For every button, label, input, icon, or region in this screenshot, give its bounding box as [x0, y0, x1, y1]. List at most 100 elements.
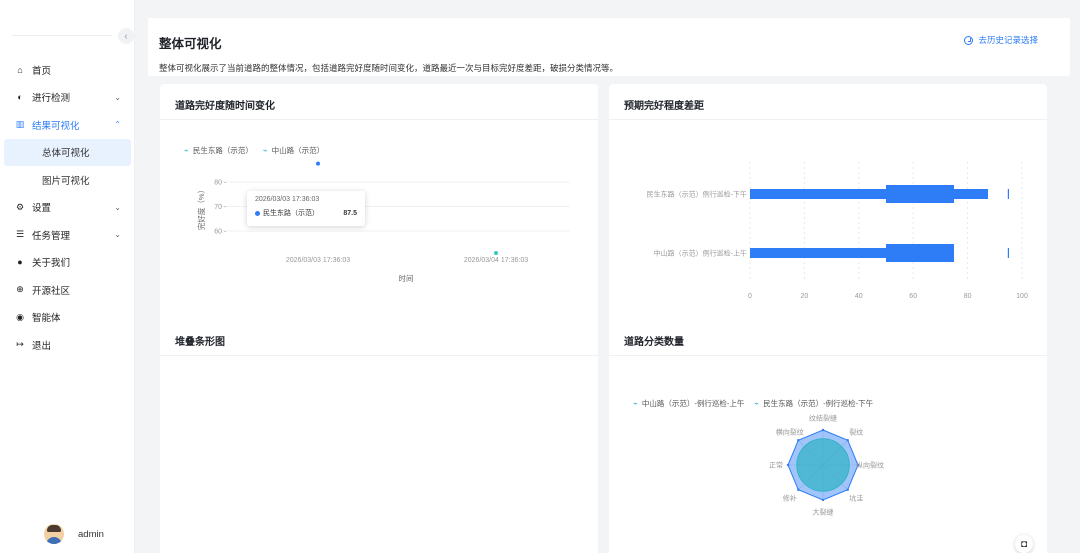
y-category-label: 民生东路（示范）例行巡检-下午: [647, 190, 747, 199]
radar-indicator-label: 横向裂纹: [776, 427, 804, 436]
gap-band: [886, 244, 954, 262]
expected-gap-card: 预期完好程度差距 0 20 40 60 80 100 民生东路（示范）例行巡检-下午 中山路…: [609, 84, 1047, 326]
card-divider: [160, 355, 598, 356]
chevron-down-icon: ⌄: [114, 202, 121, 212]
category-count-card: 道路分类数量 ⌁ 中山路（示范）-例行巡检-上午 ⌁ 民生东路（示范）-例行巡检-下…: [609, 320, 1047, 553]
x-tick-label: 0: [748, 293, 752, 300]
tooltip-marker: [255, 210, 260, 216]
chevron-down-icon: ⌄: [114, 230, 121, 240]
sidebar-subitem-overall[interactable]: 总体可视化: [4, 138, 131, 166]
sidebar-item-label: 首页: [32, 65, 52, 77]
avatar: [44, 524, 64, 544]
gear-icon: ⚙: [15, 201, 25, 212]
y-tick-dash: -: [224, 229, 227, 236]
data-point: [494, 251, 498, 256]
home-icon: ⌂: [17, 64, 23, 75]
radar-indicator-label: 大裂缝: [813, 508, 834, 517]
radar-point: [797, 488, 800, 491]
data-point: [316, 161, 320, 166]
assistant-robot-button[interactable]: ◘: [1015, 535, 1033, 553]
radar-point: [821, 498, 825, 502]
y-tick-dash: -: [224, 180, 227, 187]
y-axis-label: 完好度（%）: [196, 186, 206, 230]
user-name: admin: [78, 528, 104, 540]
radar-indicator-label: 修补: [783, 494, 797, 503]
sidebar-item-home[interactable]: ⌂ 首页: [0, 56, 135, 84]
radar-indicator-label: 坑洼: [849, 494, 863, 503]
page-title: 整体可视化: [159, 37, 222, 51]
sidebar-item-tasks[interactable]: ☰ 任务管理 ⌄: [0, 221, 135, 249]
sidebar-item-community[interactable]: ⊕ 开源社区: [0, 276, 135, 304]
sidebar-item-label: 智能体: [32, 313, 61, 325]
trend-chart-svg: 60 -70 -80- 2026/03/03 17:36:03 2026/03/04 …: [196, 161, 570, 283]
sidebar-item-settings[interactable]: ⚙ 设置 ⌄: [0, 194, 135, 222]
y-tick-label: 60: [214, 229, 222, 236]
sidebar-item-results[interactable]: ▥ 结果可视化 ⌃: [0, 111, 135, 139]
x-axis-label: 时间: [399, 273, 414, 283]
x-tick-label: 2026/03/03 17:36:03: [286, 257, 350, 264]
y-tick-label: 70: [214, 204, 222, 211]
sidebar-item-label: 进行检测: [32, 93, 71, 105]
radar-point: [846, 488, 849, 491]
chart-icon: ▥: [15, 119, 25, 130]
tooltip-time: 2026/03/03 17:36:03: [255, 196, 320, 203]
sidebar-item-label: 任务管理: [32, 230, 71, 242]
radar-point: [846, 439, 849, 442]
page-description: 整体可视化展示了当前道路的整体情况，包括道路完好度随时间变化，道路最近一次与目标…: [159, 63, 619, 73]
tooltip-value: 87.5: [343, 209, 357, 217]
x-tick-label: 40: [855, 293, 863, 300]
gap-chart-svg: 0 20 40 60 80 100 民生东路（示范）例行巡检-下午中山路（示范）例行巡检-…: [647, 162, 1028, 300]
radar-point: [821, 428, 825, 432]
stacked-bar-card: 堆叠条形图: [160, 320, 598, 553]
y-category-label: 中山路（示范）例行巡检-上午: [654, 249, 747, 258]
sidebar-collapse-button[interactable]: ‹: [118, 28, 134, 44]
radar-indicator-label: 正常: [769, 461, 783, 470]
sidebar-item-logout[interactable]: ↦ 退出: [0, 331, 135, 359]
sidebar-item-label: 退出: [32, 340, 52, 352]
detect-icon: ◐: [17, 92, 23, 103]
sidebar-item-about[interactable]: ● 关于我们: [0, 249, 135, 277]
sidebar-item-label: 开源社区: [32, 285, 71, 297]
history-select-link[interactable]: 去历史记录选择: [964, 34, 1038, 46]
chevron-down-icon: ⌄: [114, 92, 121, 102]
info-icon: ●: [17, 257, 23, 268]
history-link-label: 去历史记录选择: [978, 35, 1038, 45]
sidebar-menu: ⌂ 首页 ◐ 进行检测 ⌄ ▥ 结果可视化 ⌃ 总体可视化 图片可视化 ⚙ 设置…: [0, 56, 135, 359]
radar-point: [786, 463, 790, 467]
chevron-up-icon: ⌃: [114, 120, 121, 130]
sidebar-item-agent[interactable]: ◉ 智能体: [0, 304, 135, 332]
radar-point: [797, 439, 800, 442]
radar-indicator-label: 裂纹: [849, 427, 863, 436]
x-tick-label: 2026/03/04 17:36:03: [464, 257, 528, 264]
sidebar-subitem-images[interactable]: 图片可视化: [0, 166, 135, 194]
radar-chart-svg: 纹结裂缝裂纹纵向裂纹坑洼大裂缝 修补 正常 横向裂纹: [769, 414, 884, 517]
sidebar-item-label: 关于我们: [32, 258, 71, 270]
radar-indicator-label: 纹结裂缝: [809, 414, 837, 423]
y-tick-dash: -: [224, 204, 227, 211]
radar-series-area: [796, 438, 850, 492]
y-tick-label: 80: [214, 180, 222, 187]
sidebar-item-detect[interactable]: ◐ 进行检测 ⌄: [0, 84, 135, 112]
clock-icon: [964, 35, 974, 45]
page-header: 整体可视化 整体可视化展示了当前道路的整体情况，包括道路完好度随时间变化，道路最…: [148, 18, 1070, 76]
user-profile[interactable]: admin: [44, 524, 104, 544]
tooltip-series: 民生东路（示范）: [263, 210, 319, 217]
main-content: 整体可视化 整体可视化展示了当前道路的整体情况，包括道路完好度随时间变化，道路最…: [148, 18, 1070, 553]
sidebar-item-label: 结果可视化: [32, 120, 80, 132]
x-tick-label: 100: [1016, 293, 1028, 300]
card-title: 堆叠条形图: [175, 337, 225, 348]
radar-indicator-label: 纵向裂纹: [856, 461, 884, 470]
sidebar: ‹ ⌂ 首页 ◐ 进行检测 ⌄ ▥ 结果可视化 ⌃ 总体可视化 图片可视化 ⚙ …: [0, 0, 135, 553]
x-tick-label: 60: [909, 293, 917, 300]
x-tick-label: 80: [964, 293, 972, 300]
sidebar-item-label: 设置: [32, 203, 52, 215]
robot-icon: ◉: [16, 311, 24, 322]
gap-band: [886, 185, 954, 203]
sidebar-divider: [12, 35, 112, 36]
globe-icon: ⊕: [16, 284, 24, 295]
chart-tooltip: 2026/03/03 17:36:03 民生东路（示范） 87.5: [247, 191, 365, 226]
logout-icon: ↦: [16, 339, 24, 350]
x-tick-label: 20: [801, 293, 809, 300]
task-icon: ☰: [15, 229, 25, 240]
intactness-trend-card: 道路完好度随时间变化 ⌁ 民生东路（示范） ⌁ 中山路（示范） 60-70-80- …: [160, 84, 598, 326]
